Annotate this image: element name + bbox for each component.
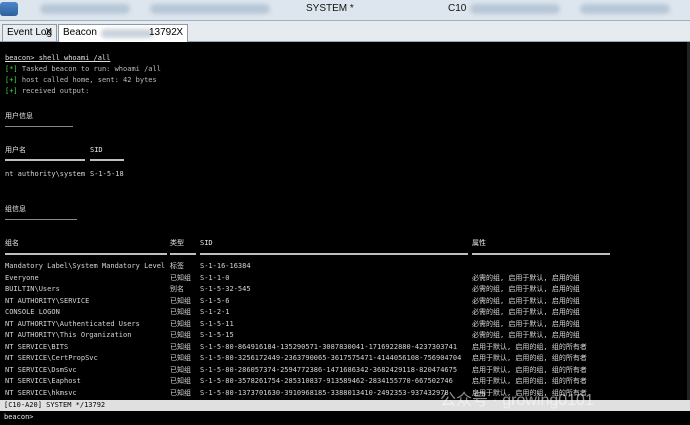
user-table-header: SID [90,146,103,154]
group-type-cell: 已知组 [170,377,191,385]
session-host-label: C10 [448,3,467,14]
title-bar: SYSTEM * C10 [0,0,690,21]
group-type-cell: 已知组 [170,296,191,305]
close-icon[interactable]: X [45,25,52,41]
group-info-title: 组信息 [5,205,26,213]
group-attr-cell: 启用于默认, 启用的组, 组的所有者 [472,342,587,351]
redacted-region [150,4,270,14]
tab-beacon-id: 13792 [149,27,177,38]
app-icon [0,2,18,16]
group-attr-cell: 必需的组, 启用于默认, 启用的组 [472,285,580,293]
group-sid-cell: S-1-16-16384 [200,262,251,270]
command-line: beacon> shell whoami /all [5,54,111,62]
redacted-region [470,4,560,14]
watermark-text: 公众号 · growing0101 [440,392,594,409]
group-name-cell: BUILTIN\Users [5,285,60,293]
command-input[interactable]: beacon> [0,411,690,425]
group-name-cell: NT SERVICE\Eaphost [5,377,81,385]
redacted-region [101,29,153,38]
group-sid-cell: S-1-5-80-3256172449-2363790065-361757547… [200,354,462,362]
divider [5,159,85,161]
group-name-cell: Everyone [5,273,39,282]
group-sid-cell: S-1-5-80-286057374-2594772386-1471686342… [200,365,458,374]
group-attr-cell: 启用于默认, 启用的组, 组的所有者 [472,377,587,385]
divider [170,253,196,255]
close-icon[interactable]: X [176,25,183,41]
group-name-cell: NT SERVICE\BITS [5,342,69,351]
group-type-cell: 别名 [170,285,184,293]
log-text: received output: [17,87,90,95]
group-sid-cell: S-1-1-0 [200,273,230,282]
input-prompt: beacon> [4,413,34,421]
group-attr-cell: 必需的组, 启用于默认, 启用的组 [472,273,580,282]
divider [472,253,610,255]
group-sid-cell: S-1-5-80-3578261754-285310837-913589462-… [200,377,453,385]
group-type-cell: 已知组 [170,273,191,282]
group-sid-cell: S-1-5-80-864916184-135290571-3087830041-… [200,342,458,351]
divider [5,126,73,127]
group-attr-cell: 必需的组, 启用于默认, 启用的组 [472,331,580,339]
group-name-cell: NT SERVICE\DsmSvc [5,365,77,374]
group-type-cell: 已知组 [170,308,191,316]
session-user-label: SYSTEM * [306,3,354,14]
group-type-cell: 已知组 [170,354,191,362]
group-sid-cell: S-1-5-15 [200,331,234,339]
tab-label: Beacon [63,27,97,38]
group-name-cell: NT SERVICE\CertPropSvc [5,354,98,362]
group-name-cell: NT AUTHORITY\This Organization [5,331,132,339]
group-name-cell: Mandatory Label\System Mandatory Level [5,262,166,270]
user-info-title: 用户信息 [5,112,33,120]
user-name-cell: nt authority\system [5,170,86,178]
beacon-console-output[interactable]: beacon> shell whoami /all [*] Tasked bea… [0,42,690,400]
group-attr-cell: 启用于默认, 启用的组, 组的所有者 [472,354,587,362]
user-sid-cell: S-1-5-18 [90,170,124,178]
group-type-cell: 已知组 [170,388,191,397]
group-name-cell: CONSOLE LOGON [5,308,60,316]
group-sid-cell: S-1-2-1 [200,308,230,316]
divider [200,253,468,255]
group-sid-cell: S-1-5-11 [200,319,234,328]
group-sid-cell: S-1-5-6 [200,296,230,305]
group-attr-cell: 必需的组, 启用于默认, 启用的组 [472,296,580,305]
divider [5,219,77,220]
divider [5,253,167,255]
status-text: [C10-A20] SYSTEM */13792 [4,401,106,409]
log-mark: [*] [5,65,18,73]
group-type-cell: 标签 [170,262,184,270]
group-attr-cell: 必需的组, 启用于默认, 启用的组 [472,308,580,316]
tab-beacon[interactable]: Beacon 13792 X [58,24,188,42]
group-name-cell: NT SERVICE\hkmsvc [5,388,77,397]
group-type-cell: 已知组 [170,331,191,339]
log-mark: [+] [5,87,18,95]
log-line: [+] received output: [5,87,89,96]
log-mark: [+] [5,76,18,84]
group-table-header: 类型 [170,239,184,247]
group-attr-cell: 必需的组, 启用于默认, 启用的组 [472,319,580,328]
log-line: [+] host called home, sent: 42 bytes [5,76,157,85]
group-table-header: 属性 [472,239,486,247]
group-sid-cell: S-1-5-80-1373701630-3910968185-338801341… [200,388,449,397]
redacted-region [40,4,130,14]
group-attr-cell: 启用于默认, 启用的组, 组的所有者 [472,365,587,374]
group-type-cell: 已知组 [170,342,191,351]
divider [90,159,124,161]
tab-bar: Event Log X Beacon 13792 X [0,21,690,42]
user-table-header: 用户名 [5,146,26,154]
group-name-cell: NT AUTHORITY\Authenticated Users [5,319,140,328]
redacted-region [580,4,670,14]
log-text: host called home, sent: 42 bytes [17,76,157,84]
log-line: [*] Tasked beacon to run: whoami /all [5,65,161,74]
log-text: Tasked beacon to run: whoami /all [17,65,161,73]
group-name-cell: NT AUTHORITY\SERVICE [5,296,90,305]
group-sid-cell: S-1-5-32-545 [200,285,251,293]
group-table-header: SID [200,239,213,247]
group-table-header: 组名 [5,239,19,247]
tab-event-log[interactable]: Event Log X [2,24,57,41]
group-type-cell: 已知组 [170,319,191,328]
group-type-cell: 已知组 [170,365,191,374]
